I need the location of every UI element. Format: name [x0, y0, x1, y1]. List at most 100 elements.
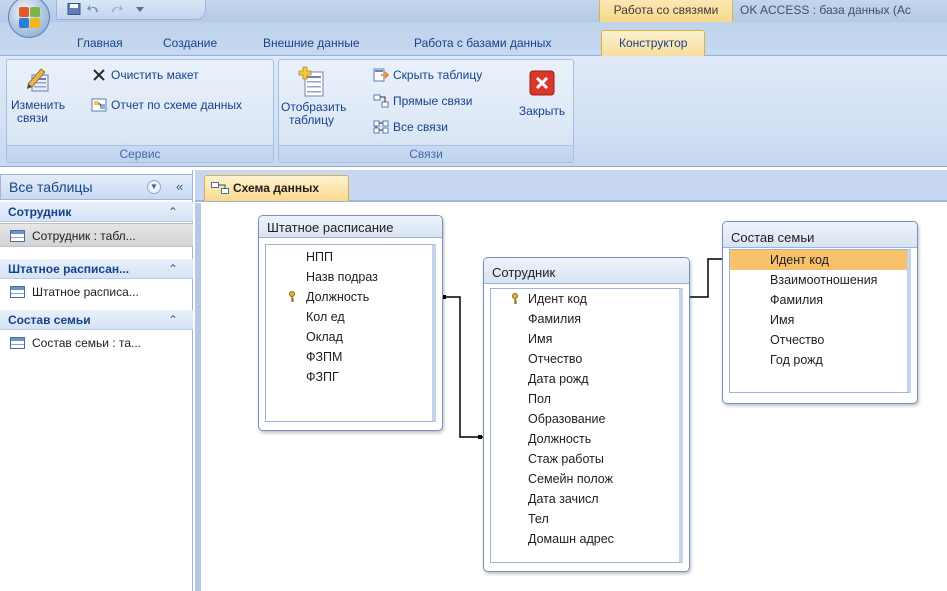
- table-box-employee[interactable]: Сотрудник Идент код Фамилия Имя Отчество…: [483, 257, 690, 572]
- table-box-title[interactable]: Состав семьи: [723, 222, 917, 248]
- navigation-pane: Все таблицы ▼ « Сотрудник ⌃ Сотрудник : …: [0, 170, 193, 591]
- field-item[interactable]: Взаимоотношения: [770, 270, 877, 290]
- tab-home[interactable]: Главная: [77, 34, 123, 54]
- direct-relations-button[interactable]: Прямые связи: [373, 92, 473, 110]
- tab-database-tools[interactable]: Работа с базами данных: [414, 34, 551, 54]
- customize-qat-icon[interactable]: [133, 3, 147, 15]
- field-item[interactable]: Тел: [528, 509, 549, 529]
- relationships-tab-icon: [211, 182, 229, 194]
- schema-report-button[interactable]: Отчет по схеме данных: [91, 96, 242, 114]
- collapse-pane-icon[interactable]: «: [176, 179, 183, 194]
- field-item[interactable]: Год рожд: [770, 350, 823, 370]
- table-box-title[interactable]: Штатное расписание: [259, 216, 442, 238]
- field-item[interactable]: Назв подраз: [306, 267, 378, 287]
- group-service: Изменить связи Очистить макет Отчет по с…: [6, 59, 274, 163]
- field-item[interactable]: ФЗПМ: [306, 347, 342, 367]
- group-service-label: Сервис: [7, 145, 273, 162]
- nav-item-label: Состав семьи : та...: [32, 336, 142, 350]
- field-item[interactable]: Семейн полож: [528, 469, 613, 489]
- tab-relationships-document[interactable]: Схема данных: [204, 175, 349, 201]
- clear-layout-button[interactable]: Очистить макет: [91, 66, 199, 84]
- collapse-group-icon[interactable]: ⌃: [168, 259, 178, 279]
- redo-icon[interactable]: [109, 3, 123, 15]
- nav-group-title: Состав семьи: [8, 313, 91, 327]
- field-item[interactable]: Отчество: [770, 330, 824, 350]
- group-relations-label: Связи: [279, 145, 573, 162]
- field-item[interactable]: Пол: [528, 389, 551, 409]
- clear-layout-icon: [93, 69, 105, 81]
- field-item[interactable]: Стаж работы: [528, 449, 604, 469]
- nav-item-label: Штатное расписа...: [32, 285, 139, 299]
- field-item[interactable]: Должность: [528, 429, 591, 449]
- nav-pane-menu-icon[interactable]: ▼: [147, 180, 161, 194]
- nav-group-staffing[interactable]: Штатное расписан... ⌃: [0, 259, 193, 279]
- hide-table-button[interactable]: Скрыть таблицу: [373, 66, 482, 84]
- field-item[interactable]: Дата рожд: [528, 369, 589, 389]
- title-bar: Работа со связями OK ACCESS : база данны…: [0, 0, 947, 22]
- table-icon: [10, 337, 25, 349]
- tab-create[interactable]: Создание: [163, 34, 217, 54]
- collapse-group-icon[interactable]: ⌃: [168, 310, 178, 330]
- ribbon: Изменить связи Очистить макет Отчет по с…: [0, 56, 947, 167]
- direct-relations-label: Прямые связи: [393, 94, 473, 108]
- tab-external-data[interactable]: Внешние данные: [263, 34, 360, 54]
- nav-pane-header[interactable]: Все таблицы ▼ «: [0, 174, 193, 200]
- context-tab-title: Работа со связями: [599, 0, 733, 22]
- field-item[interactable]: Имя: [528, 329, 552, 349]
- hide-table-label: Скрыть таблицу: [393, 68, 483, 82]
- report-icon: [91, 98, 107, 112]
- field-item[interactable]: Домашн адрес: [528, 529, 614, 549]
- clear-layout-label: Очистить макет: [111, 68, 199, 82]
- field-item-primary-key[interactable]: Должность: [306, 287, 369, 307]
- field-item-selected[interactable]: Идент код: [730, 250, 907, 270]
- document-tab-label: Схема данных: [233, 181, 319, 195]
- nav-pane-title: Все таблицы: [9, 179, 93, 195]
- close-button[interactable]: Закрыть: [515, 70, 569, 118]
- tab-design[interactable]: Конструктор: [601, 30, 706, 56]
- field-item-primary-key[interactable]: Идент код: [528, 289, 587, 309]
- field-item[interactable]: Фамилия: [528, 309, 581, 329]
- show-table-button[interactable]: Отобразить таблицу: [281, 66, 346, 127]
- show-table-icon: [298, 66, 324, 97]
- table-icon: [10, 230, 25, 242]
- table-icon: [10, 286, 25, 298]
- edit-relations-label-2: связи: [17, 111, 48, 125]
- nav-item-label: Сотрудник : табл...: [32, 229, 136, 243]
- ribbon-tab-row: Главная Создание Внешние данные Работа с…: [0, 22, 947, 56]
- schema-report-label: Отчет по схеме данных: [111, 98, 243, 112]
- field-item[interactable]: Кол ед: [306, 307, 345, 327]
- all-relations-button[interactable]: Все связи: [373, 118, 448, 136]
- table-box-title[interactable]: Сотрудник: [484, 258, 689, 284]
- key-icon: [512, 293, 518, 304]
- field-item[interactable]: Образование: [528, 409, 605, 429]
- field-list: Идент код Фамилия Имя Отчество Дата рожд…: [490, 288, 683, 563]
- nav-item-staffing-table[interactable]: Штатное расписа...: [0, 280, 193, 304]
- hide-table-icon: [373, 68, 389, 82]
- show-table-label-2: таблицу: [289, 113, 334, 127]
- office-button-icon: [19, 7, 41, 29]
- nav-group-employee[interactable]: Сотрудник ⌃: [0, 202, 193, 222]
- nav-item-family-table[interactable]: Состав семьи : та...: [0, 331, 193, 355]
- key-icon: [289, 291, 295, 302]
- field-item[interactable]: Оклад: [306, 327, 343, 347]
- table-box-family[interactable]: Состав семьи Идент код Взаимоотношения Ф…: [722, 221, 918, 404]
- quick-access-toolbar: [56, 0, 206, 20]
- direct-relations-icon: [373, 94, 389, 108]
- field-list: НПП Назв подраз Должность Кол ед Оклад Ф…: [265, 244, 436, 422]
- group-relations: Отобразить таблицу Скрыть таблицу Прямые…: [278, 59, 574, 163]
- field-item[interactable]: Дата зачисл: [528, 489, 599, 509]
- table-box-staffing[interactable]: Штатное расписание НПП Назв подраз Должн…: [258, 215, 443, 431]
- collapse-group-icon[interactable]: ⌃: [168, 202, 178, 222]
- undo-icon[interactable]: [87, 3, 101, 15]
- field-item[interactable]: ФЗПГ: [306, 367, 339, 387]
- save-icon[interactable]: [67, 3, 81, 15]
- field-item[interactable]: НПП: [306, 247, 333, 267]
- nav-group-title: Штатное расписан...: [8, 262, 130, 276]
- nav-item-employee-table[interactable]: Сотрудник : табл...: [0, 223, 193, 247]
- field-item[interactable]: Отчество: [528, 349, 582, 369]
- field-item[interactable]: Имя: [770, 310, 794, 330]
- edit-relations-button[interactable]: Изменить связи: [11, 66, 71, 125]
- field-item[interactable]: Фамилия: [770, 290, 823, 310]
- nav-group-family[interactable]: Состав семьи ⌃: [0, 310, 193, 330]
- close-icon: [529, 70, 555, 96]
